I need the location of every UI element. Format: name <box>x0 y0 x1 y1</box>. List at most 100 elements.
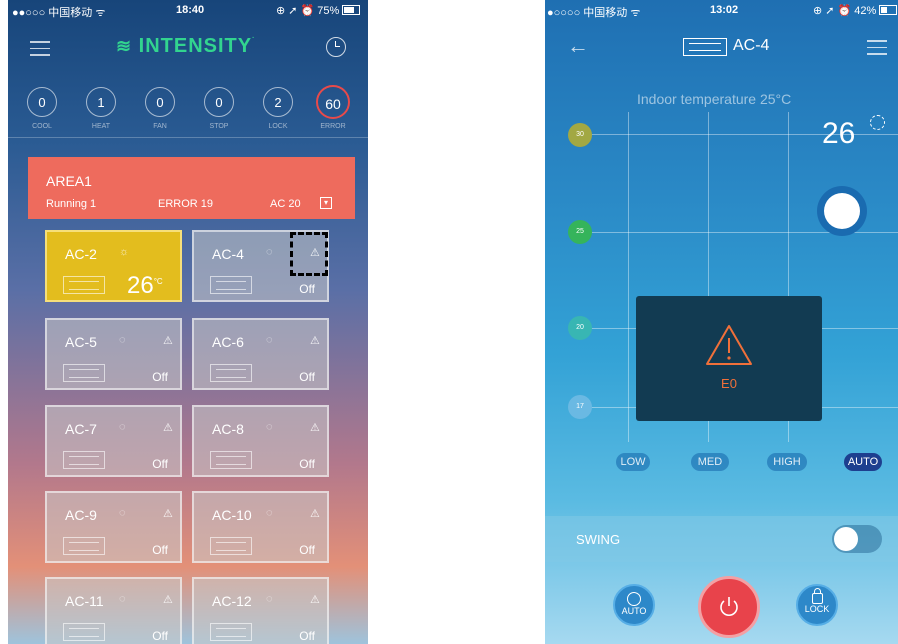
carrier: ●○○○○ 中国移动 ᯤ <box>547 7 641 19</box>
refresh-icon[interactable] <box>870 115 885 130</box>
error-code: E0 <box>721 376 737 391</box>
ac-unit-icon <box>63 364 105 382</box>
menu-icon[interactable] <box>30 41 50 56</box>
battery-icon <box>879 5 898 16</box>
grid-line <box>628 112 629 442</box>
fan-icon: ◌ <box>266 421 273 433</box>
tile-name: AC-10 <box>212 507 252 523</box>
ac-tile-ac-8[interactable]: AC-8 ◌ ⚠ Off <box>192 405 329 477</box>
ac-tile-ac-4[interactable]: AC-4 ◌ ⚠ Off <box>192 230 329 302</box>
battery-status: ⊕ ➚ ⏰ 75% <box>276 4 361 17</box>
stat-fan[interactable]: 0 <box>145 87 175 117</box>
swing-label: SWING <box>576 532 621 547</box>
swing-toggle[interactable] <box>832 525 882 553</box>
back-arrow-icon[interactable]: ← <box>567 35 589 57</box>
ac-tile-ac-7[interactable]: AC-7 ◌ ⚠ Off <box>45 405 182 477</box>
ac-tile-ac-10[interactable]: AC-10 ◌ ⚠ Off <box>192 491 329 563</box>
menu-icon[interactable] <box>867 40 887 55</box>
fan-icon: ◌ <box>266 334 273 346</box>
warning-icon: ⚠ <box>163 335 173 347</box>
stat-stop[interactable]: 0 <box>204 87 234 117</box>
sun-icon: ☼ <box>119 246 130 258</box>
ac-tile-ac-5[interactable]: AC-5 ◌ ⚠ Off <box>45 318 182 390</box>
stat-cool[interactable]: 0 <box>27 87 57 117</box>
area-title: AREA1 <box>46 173 92 189</box>
ac-detail-screen: ●○○○○ 中国移动 ᯤ 13:02 ⊕ ➚ ⏰ 42% ← AC-4 Indo… <box>545 0 898 644</box>
warning-icon: ⚠ <box>310 335 320 347</box>
ac-unit-icon <box>210 451 252 469</box>
indoor-temperature: Indoor temperature 25°C <box>637 91 792 107</box>
stat-cool-label: COOL <box>32 123 52 130</box>
fan-icon: ◌ <box>266 507 273 519</box>
fan-icon: ◌ <box>266 593 273 605</box>
area-count: AC 20 <box>270 198 301 210</box>
temp-level-17[interactable]: 17 <box>568 395 592 419</box>
tile-status: Off <box>299 282 315 296</box>
ac-unit-icon <box>63 537 105 555</box>
divider <box>8 137 368 138</box>
battery-icon <box>342 5 361 16</box>
page-title: AC-4 <box>733 37 770 54</box>
temperature-slider-knob[interactable] <box>817 186 867 236</box>
stat-heat[interactable]: 1 <box>86 87 116 117</box>
stat-lock-label: LOCK <box>268 123 288 130</box>
ac-unit-icon <box>210 537 252 555</box>
tile-name: AC-11 <box>65 593 104 609</box>
temp-level-20[interactable]: 20 <box>568 316 592 340</box>
warning-icon <box>706 325 752 365</box>
fan-high-button[interactable]: HIGH <box>767 453 807 471</box>
fan-icon: ◌ <box>119 593 126 605</box>
tile-status: Off <box>299 629 315 643</box>
history-clock-icon[interactable] <box>326 37 346 57</box>
status-bar: ●○○○○ 中国移动 ᯤ 13:02 ⊕ ➚ ⏰ 42% <box>545 0 898 20</box>
warning-icon: ⚠ <box>163 508 173 520</box>
logo-mark-icon: ≋ <box>116 36 133 56</box>
lock-button[interactable]: LOCK <box>796 584 838 626</box>
temp-level-25[interactable]: 25 <box>568 220 592 244</box>
fan-med-button[interactable]: MED <box>691 453 729 471</box>
fan-icon: ◌ <box>119 507 126 519</box>
tile-name: AC-4 <box>212 246 244 262</box>
ac-unit-icon <box>63 276 105 294</box>
tile-temperature: 26°C <box>127 272 163 299</box>
power-button[interactable] <box>698 576 760 638</box>
clock: 13:02 <box>710 4 739 16</box>
tile-status: Off <box>299 457 315 471</box>
ac-unit-icon <box>63 623 105 641</box>
battery-status: ⊕ ➚ ⏰ 42% <box>813 4 898 17</box>
tile-name: AC-5 <box>65 334 97 350</box>
fan-icon: ◌ <box>266 246 273 258</box>
ac-tile-ac-12[interactable]: AC-12 ◌ ⚠ Off <box>192 577 329 644</box>
area-running: Running 1 <box>46 198 97 210</box>
fan-icon: ◌ <box>119 334 126 346</box>
area-header[interactable]: AREA1 Running 1 ERROR 19 AC 20 ▾ <box>28 157 355 219</box>
logo-text: INTENSITY <box>138 35 253 57</box>
ac-unit-icon <box>210 364 252 382</box>
stat-error[interactable]: 60 <box>316 85 350 119</box>
auto-label: AUTO <box>621 606 647 616</box>
tile-status: Off <box>152 543 168 557</box>
ac-tile-ac-6[interactable]: AC-6 ◌ ⚠ Off <box>192 318 329 390</box>
ac-tile-ac-11[interactable]: AC-11 ◌ ⚠ Off <box>45 577 182 644</box>
fan-auto-button[interactable]: AUTO <box>844 453 882 471</box>
area-error: ERROR 19 <box>158 198 214 210</box>
temp-level-30[interactable]: 30 <box>568 123 592 147</box>
fan-icon: ◌ <box>119 421 126 433</box>
lock-label: LOCK <box>804 604 830 614</box>
warning-icon: ⚠ <box>163 594 173 606</box>
tile-status: Off <box>299 543 315 557</box>
tile-name: AC-12 <box>212 593 252 609</box>
warning-icon: ⚠ <box>163 422 173 434</box>
ac-unit-icon <box>210 623 252 641</box>
warning-icon: ⚠ <box>310 594 320 606</box>
ac-tile-ac-9[interactable]: AC-9 ◌ ⚠ Off <box>45 491 182 563</box>
ac-tile-ac-2[interactable]: AC-2 ☼ 26°C <box>45 230 182 302</box>
auto-mode-button[interactable]: AUTO <box>613 584 655 626</box>
expand-icon[interactable]: ▾ <box>320 197 332 209</box>
carrier: ●●○○○ 中国移动 ᯤ <box>12 7 106 19</box>
fan-low-button[interactable]: LOW <box>616 453 650 471</box>
tile-status: Off <box>152 457 168 471</box>
tile-name: AC-9 <box>65 507 97 523</box>
ac-unit-icon <box>63 451 105 469</box>
stat-lock[interactable]: 2 <box>263 87 293 117</box>
